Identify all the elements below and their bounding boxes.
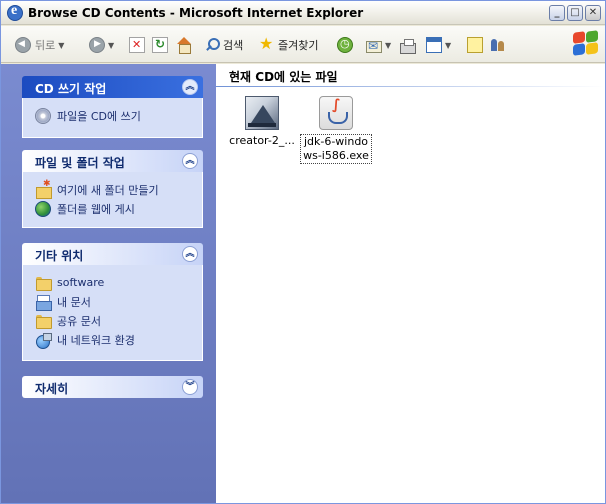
details-panel: 자세히 ︾ <box>22 376 203 398</box>
mail-icon <box>366 39 382 53</box>
maximize-button[interactable]: □ <box>567 5 583 21</box>
details-header[interactable]: 자세히 ︾ <box>22 376 203 398</box>
search-icon <box>204 37 220 53</box>
expand-chevron-icon[interactable]: ︾ <box>182 379 198 395</box>
history-icon <box>337 37 353 53</box>
file-tasks-title: 파일 및 폴더 작업 <box>35 156 125 170</box>
place-my-network[interactable]: 내 네트워크 환경 <box>35 330 202 349</box>
collapse-chevron-icon[interactable]: ︽ <box>182 79 198 95</box>
cd-tasks-panel: CD 쓰기 작업 ︽ 파일을 CD에 쓰기 <box>22 76 203 138</box>
file-name: creator-2_... <box>229 134 295 147</box>
stop-button[interactable] <box>129 35 145 55</box>
file-tasks-header[interactable]: 파일 및 폴더 작업 ︽ <box>22 150 203 172</box>
content-title: 현재 CD에 있는 파일 <box>229 70 338 84</box>
refresh-icon <box>152 37 168 53</box>
task-label: 폴더를 웹에 게시 <box>57 202 135 216</box>
task-write-to-cd[interactable]: 파일을 CD에 쓰기 <box>35 106 202 125</box>
favorites-label: 즐겨찾기 <box>278 39 319 52</box>
details-title: 자세히 <box>35 382 69 396</box>
discuss-button[interactable] <box>467 35 483 55</box>
edit-icon <box>426 37 442 53</box>
file-item[interactable]: jdk-6-windows-i586.exe <box>300 96 372 164</box>
forward-button[interactable]: ▼ <box>89 35 114 55</box>
note-icon <box>467 37 483 53</box>
minimize-button[interactable]: _ <box>549 5 565 21</box>
cd-tasks-header[interactable]: CD 쓰기 작업 ︽ <box>22 76 203 98</box>
back-dropdown-icon[interactable]: ▼ <box>58 41 64 50</box>
task-label: 여기에 새 폴더 만들기 <box>57 183 159 197</box>
print-button[interactable] <box>400 35 416 55</box>
task-publish-web[interactable]: 폴더를 웹에 게시 <box>35 199 202 218</box>
mail-button[interactable]: ▼ <box>366 35 391 55</box>
folder-icon <box>35 275 52 291</box>
messenger-button[interactable] <box>490 35 506 55</box>
collapse-chevron-icon[interactable]: ︽ <box>182 246 198 262</box>
place-shared-documents[interactable]: 공유 문서 <box>35 311 202 330</box>
toolbar: 뒤로 ▼ ▼ 검색 즐겨찾기 ▼ <box>1 26 605 63</box>
task-label: 파일을 CD에 쓰기 <box>57 109 141 123</box>
edit-button[interactable]: ▼ <box>426 35 451 55</box>
place-label: software <box>57 276 105 289</box>
back-button[interactable]: 뒤로 ▼ <box>15 35 64 55</box>
place-label: 내 문서 <box>57 295 91 309</box>
other-places-header[interactable]: 기타 위치 ︽ <box>22 243 203 265</box>
installer-icon <box>245 96 279 130</box>
file-name: jdk-6-windows-i586.exe <box>300 134 372 164</box>
other-places-title: 기타 위치 <box>35 249 84 263</box>
content-divider <box>216 86 605 87</box>
windows-logo-icon <box>571 30 599 56</box>
favorites-button[interactable]: 즐겨찾기 <box>259 34 319 55</box>
cd-tasks-body: 파일을 CD에 쓰기 <box>22 98 203 138</box>
other-places-body: software 내 문서 공유 문서 내 네트워크 환경 <box>22 265 203 361</box>
file-list-pane: 현재 CD에 있는 파일 creator-2_... jdk-6-windows… <box>216 64 605 503</box>
forward-dropdown-icon[interactable]: ▼ <box>108 41 114 50</box>
file-tasks-panel: 파일 및 폴더 작업 ︽ 여기에 새 폴더 만들기 폴더를 웹에 게시 <box>22 150 203 228</box>
home-button[interactable] <box>176 35 192 55</box>
file-item[interactable]: creator-2_... <box>226 96 298 148</box>
cd-tasks-title: CD 쓰기 작업 <box>35 82 107 96</box>
printer-icon <box>400 38 416 54</box>
back-arrow-icon <box>15 37 31 53</box>
place-software[interactable]: software <box>35 273 202 292</box>
search-label: 검색 <box>223 39 244 52</box>
home-icon <box>176 37 192 54</box>
publish-web-icon <box>35 200 51 217</box>
star-icon <box>259 34 275 53</box>
stop-icon <box>129 37 145 53</box>
file-tasks-body: 여기에 새 폴더 만들기 폴더를 웹에 게시 <box>22 172 203 228</box>
ie-logo-icon <box>7 3 23 21</box>
network-icon <box>35 332 52 349</box>
other-places-panel: 기타 위치 ︽ software 내 문서 공유 문서 내 네트워크 환경 <box>22 243 203 361</box>
back-label: 뒤로 <box>35 39 56 52</box>
messenger-icon <box>490 37 506 53</box>
cd-icon <box>35 107 51 124</box>
place-my-documents[interactable]: 내 문서 <box>35 292 202 311</box>
place-label: 내 네트워크 환경 <box>57 333 135 347</box>
task-new-folder[interactable]: 여기에 새 폴더 만들기 <box>35 179 202 199</box>
history-button[interactable] <box>337 35 353 55</box>
java-icon <box>319 96 353 130</box>
new-folder-icon <box>35 179 52 199</box>
refresh-button[interactable] <box>152 35 168 55</box>
task-pane: CD 쓰기 작업 ︽ 파일을 CD에 쓰기 파일 및 폴더 작업 ︽ 여기에 새… <box>1 64 216 503</box>
close-button[interactable]: ✕ <box>585 5 601 21</box>
search-button[interactable]: 검색 <box>204 35 243 55</box>
ie-window: Browse CD Contents - Microsoft Internet … <box>0 0 606 504</box>
edit-dropdown-icon[interactable]: ▼ <box>445 41 451 50</box>
window-controls: _ □ ✕ <box>549 5 601 21</box>
mail-dropdown-icon[interactable]: ▼ <box>385 41 391 50</box>
shared-folder-icon <box>35 313 52 329</box>
my-documents-icon <box>35 294 52 311</box>
collapse-chevron-icon[interactable]: ︽ <box>182 153 198 169</box>
title-bar[interactable]: Browse CD Contents - Microsoft Internet … <box>1 1 605 25</box>
place-label: 공유 문서 <box>57 314 101 328</box>
forward-arrow-icon <box>89 37 105 53</box>
window-title: Browse CD Contents - Microsoft Internet … <box>28 6 364 20</box>
